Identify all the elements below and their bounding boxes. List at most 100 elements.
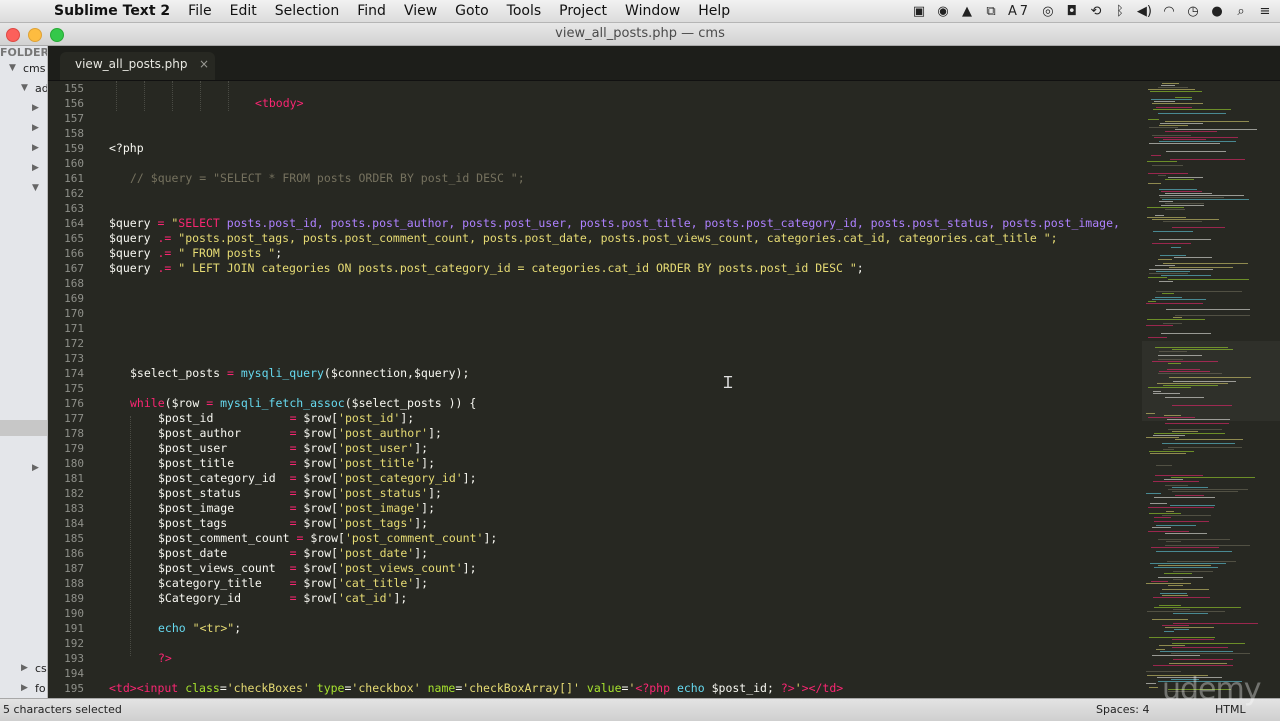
tab-view-all-posts[interactable]: view_all_posts.php × xyxy=(60,52,215,80)
code-line-181: $post_category_id = $row['post_category_… xyxy=(158,471,477,485)
minimap-line xyxy=(1162,83,1179,84)
minimap-line xyxy=(1158,565,1211,566)
menu-selection[interactable]: Selection xyxy=(275,3,340,19)
sidebar-selected-row[interactable] xyxy=(0,420,47,436)
sidebar-item-folder[interactable]: ▶ xyxy=(0,140,47,160)
minimap-line xyxy=(1150,91,1202,92)
code-line-180: $post_title = $row['post_title']; xyxy=(158,456,435,470)
code-line-195: <td><input class='checkBoxes' type='chec… xyxy=(109,681,844,695)
disclosure-open-icon[interactable]: ▼ xyxy=(32,183,39,193)
share-icon[interactable]: ⧉ xyxy=(984,4,998,19)
minimap-line xyxy=(1175,315,1250,316)
minimap-line xyxy=(1168,177,1203,178)
minimap-line xyxy=(1146,437,1179,438)
code-line-178: $post_author = $row['post_author']; xyxy=(158,426,442,440)
disclosure-closed-icon[interactable]: ▶ xyxy=(21,683,28,693)
record-icon[interactable]: ◉ xyxy=(936,4,950,19)
disclosure-open-icon[interactable]: ▼ xyxy=(21,83,28,93)
menu-file[interactable]: File xyxy=(188,3,211,19)
minimap-line xyxy=(1165,209,1185,210)
disclosure-closed-icon[interactable]: ▶ xyxy=(32,163,39,173)
minimap-line xyxy=(1163,449,1174,450)
minimap-line xyxy=(1170,505,1215,506)
code-editor[interactable]: 155 156 157 158 159 160 161 162 163 164 165 166 167 1… xyxy=(48,81,1140,698)
disclosure-closed-icon[interactable]: ▶ xyxy=(32,463,39,473)
minimap[interactable] xyxy=(1142,81,1280,698)
timemachine-icon[interactable]: ⟲ xyxy=(1089,4,1103,19)
cam-icon[interactable]: ◘ xyxy=(1065,4,1079,19)
minimap-line xyxy=(1154,101,1175,102)
sidebar-item-folder[interactable]: ▶ xyxy=(0,120,47,140)
minimap-line xyxy=(1172,227,1225,228)
menu-tools[interactable]: Tools xyxy=(507,3,542,19)
minimap-line xyxy=(1169,267,1233,268)
minimap-line xyxy=(1152,299,1206,300)
menu-window[interactable]: Window xyxy=(625,3,680,19)
cc-icon[interactable]: ◎ xyxy=(1041,4,1055,19)
disclosure-closed-icon[interactable]: ▶ xyxy=(32,103,39,113)
sidebar-item-cms[interactable]: ▼ cms xyxy=(0,60,47,80)
zoom-window-button[interactable] xyxy=(50,28,64,42)
list-icon[interactable]: ≡ xyxy=(1258,4,1272,19)
minimap-line xyxy=(1175,495,1204,496)
code-line-174: $select_posts = mysqli_query($connection… xyxy=(130,366,470,380)
minimap-line xyxy=(1147,319,1205,320)
disclosure-closed-icon[interactable]: ▶ xyxy=(21,663,28,673)
minimap-line xyxy=(1151,547,1219,548)
indentation-setting[interactable]: Spaces: 4 xyxy=(1096,699,1149,720)
close-window-button[interactable] xyxy=(6,28,20,42)
sidebar-item-css[interactable]: ▶ cs xyxy=(0,660,47,680)
line-number: 175 xyxy=(64,382,84,395)
line-number: 195 xyxy=(64,682,84,695)
adobe-icon[interactable]: A7 xyxy=(1008,4,1031,19)
disclosure-open-icon[interactable]: ▼ xyxy=(9,63,16,73)
minimize-window-button[interactable] xyxy=(28,28,42,42)
minimap-line xyxy=(1154,137,1238,138)
close-tab-icon[interactable]: × xyxy=(199,52,209,76)
sidebar-item-label: cms xyxy=(23,62,46,75)
code-line-161: // $query = "SELECT * FROM posts ORDER B… xyxy=(130,171,525,185)
sidebar: FOLDER ▼ cms ▼ ad ▶ ▶ ▶ ▶ ▼ ▶ ▶ cs ▶ fo xyxy=(0,46,48,698)
minimap-line xyxy=(1165,397,1204,398)
sidebar-item-folder[interactable]: ▶ xyxy=(0,100,47,120)
volume-icon[interactable]: ◀) xyxy=(1137,4,1152,19)
minimap-line xyxy=(1168,585,1183,586)
tab-bar: view_all_posts.php × xyxy=(48,46,1280,81)
clock-icon[interactable]: ◷ xyxy=(1186,4,1200,19)
menu-find[interactable]: Find xyxy=(357,3,386,19)
minimap-line xyxy=(1146,303,1203,304)
code-line-189: $Category_id = $row['cat_id']; xyxy=(158,591,408,605)
sidebar-item-folder[interactable]: ▶ xyxy=(0,460,47,480)
drive-icon[interactable]: ▲ xyxy=(960,4,974,19)
status-bar: 5 characters selected Spaces: 4 HTML xyxy=(0,698,1280,721)
sidebar-item-admin[interactable]: ▼ ad xyxy=(0,80,47,100)
minimap-line xyxy=(1169,377,1251,378)
sidebar-item-folder[interactable]: ▼ xyxy=(0,180,47,200)
user-icon[interactable]: ● xyxy=(1210,4,1224,19)
bluetooth-icon[interactable]: ᛒ xyxy=(1113,4,1127,19)
minimap-line xyxy=(1156,525,1196,526)
minimap-line xyxy=(1160,123,1203,124)
search-icon[interactable]: ⌕ xyxy=(1234,4,1248,19)
text-cursor-icon: Ｉ xyxy=(720,373,737,392)
minimap-line xyxy=(1164,631,1174,632)
disclosure-closed-icon[interactable]: ▶ xyxy=(32,143,39,153)
menu-edit[interactable]: Edit xyxy=(230,3,257,19)
minimap-line xyxy=(1172,491,1238,492)
menu-goto[interactable]: Goto xyxy=(455,3,488,19)
menu-help[interactable]: Help xyxy=(698,3,730,19)
disclosure-closed-icon[interactable]: ▶ xyxy=(32,123,39,133)
line-number: 180 xyxy=(64,457,84,470)
menu-app-name[interactable]: Sublime Text 2 xyxy=(54,3,170,19)
wifi-icon[interactable]: ◠ xyxy=(1162,4,1176,19)
minimap-line xyxy=(1152,619,1188,620)
minimap-line xyxy=(1172,487,1208,488)
menu-project[interactable]: Project xyxy=(559,3,607,19)
screen-icon[interactable]: ▣ xyxy=(912,4,926,19)
minimap-line xyxy=(1153,597,1210,598)
sidebar-item-fonts[interactable]: ▶ fo xyxy=(0,680,47,698)
sidebar-item-folder[interactable]: ▶ xyxy=(0,160,47,180)
menu-view[interactable]: View xyxy=(404,3,437,19)
minimap-line xyxy=(1167,561,1236,562)
minimap-line xyxy=(1156,291,1242,292)
